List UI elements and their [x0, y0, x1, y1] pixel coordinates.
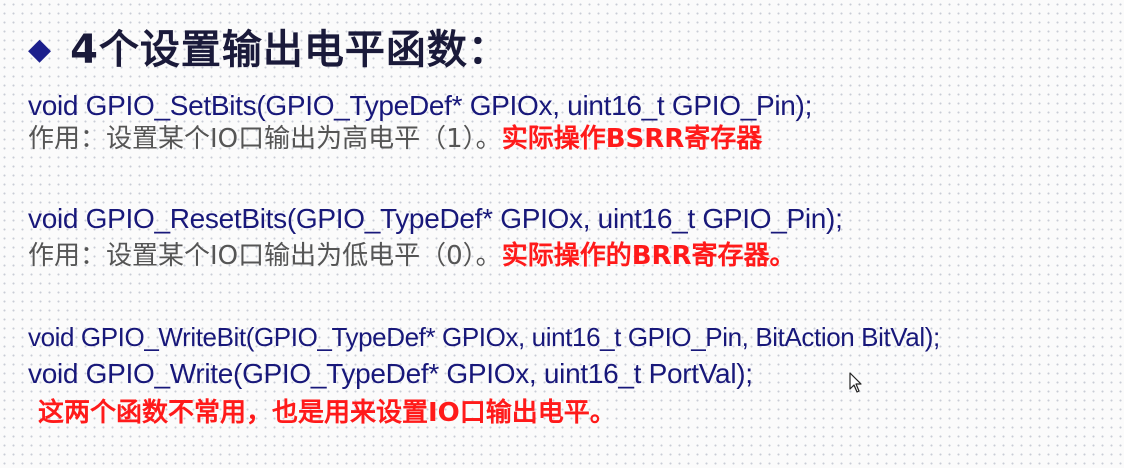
resetbits-register-note: 实际操作的BRR寄存器。 [501, 241, 796, 271]
setbits-description: 作用：设置某个IO口输出为高电平（1）。实际操作BSRR寄存器 [28, 126, 762, 152]
write-signature: void GPIO_Write(GPIO_TypeDef* GPIOx, uin… [28, 358, 753, 389]
slide-title-text: 4个设置输出电平函数： [70, 27, 509, 73]
slide-title: ◆ 4个设置输出电平函数： [28, 30, 509, 70]
slide: ◆ 4个设置输出电平函数： void GPIO_SetBits(GPIO_Type… [0, 0, 1124, 468]
diamond-bullet-icon: ◆ [28, 32, 53, 67]
resetbits-description: 作用：设置某个IO口输出为低电平（0）。实际操作的BRR寄存器。 [28, 243, 796, 269]
resetbits-desc-text: 作用：设置某个IO口输出为低电平（0）。 [28, 241, 502, 271]
mouse-pointer-icon [849, 372, 862, 393]
resetbits-signature: void GPIO_ResetBits(GPIO_TypeDef* GPIOx,… [28, 203, 843, 234]
setbits-register-note: 实际操作BSRR寄存器 [501, 124, 763, 154]
footer-note: 这两个函数不常用，也是用来设置IO口输出电平。 [38, 398, 616, 428]
setbits-desc-text: 作用：设置某个IO口输出为高电平（1）。 [28, 124, 502, 154]
writebit-signature: void GPIO_WriteBit(GPIO_TypeDef* GPIOx, … [28, 322, 940, 352]
setbits-signature: void GPIO_SetBits(GPIO_TypeDef* GPIOx, u… [28, 90, 813, 121]
